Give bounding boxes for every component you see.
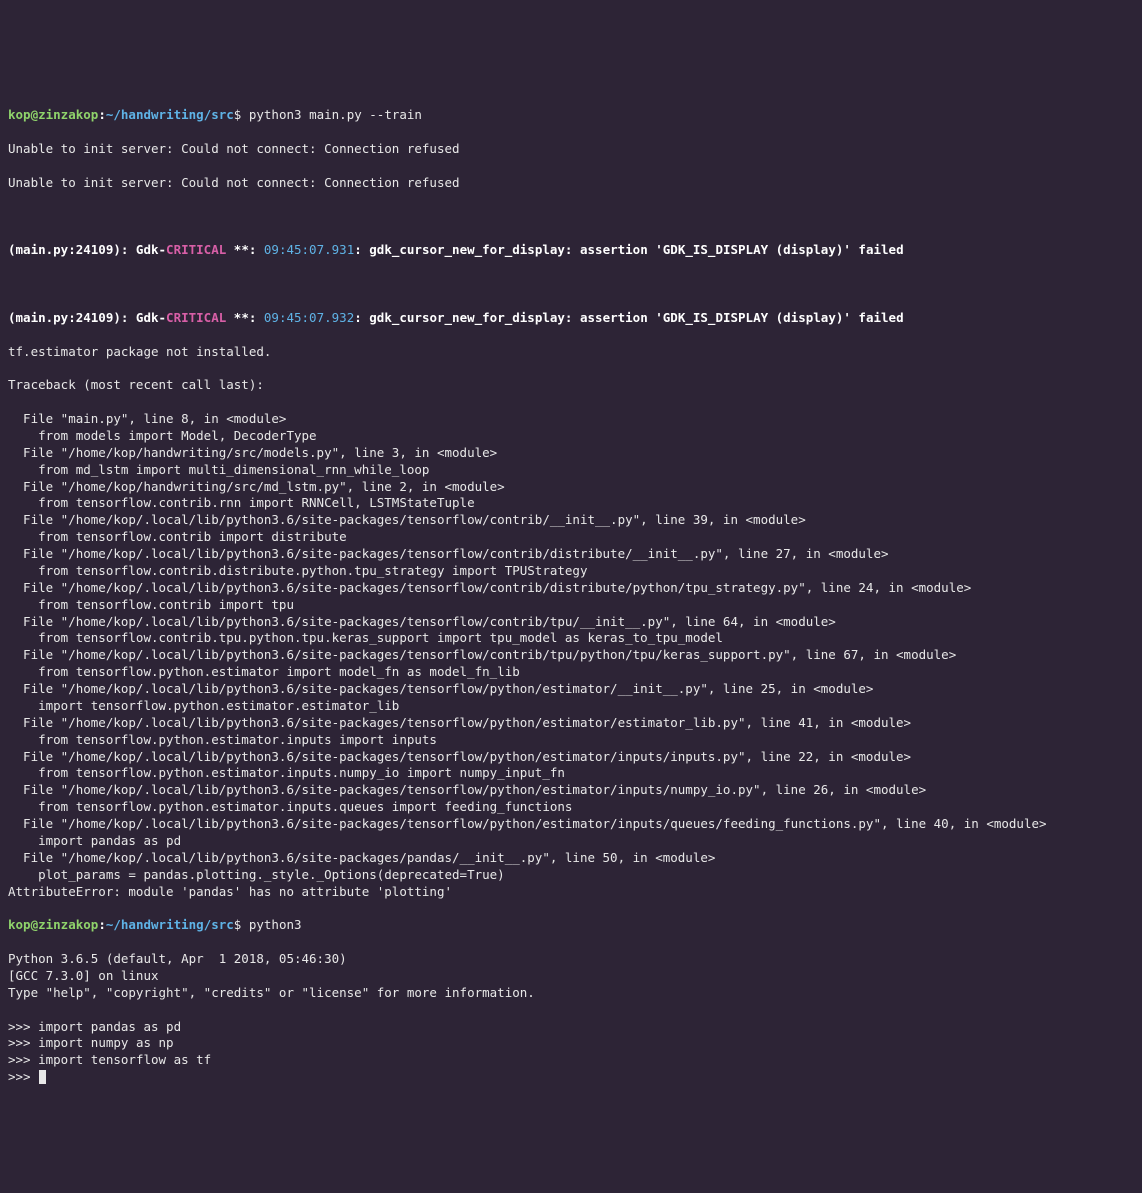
traceback-line: File "/home/kop/.local/lib/python3.6/sit… xyxy=(8,681,1134,698)
gdk-critical-label: CRITICAL xyxy=(166,242,226,257)
terminal-output[interactable]: kop@zinzakop:~/handwriting/src$ python3 … xyxy=(8,74,1134,1103)
traceback-line: File "/home/kop/.local/lib/python3.6/sit… xyxy=(8,512,1134,529)
gdk-rest: : gdk_cursor_new_for_display: assertion … xyxy=(354,242,903,257)
prompt-user: kop xyxy=(8,107,31,122)
output-line: Unable to init server: Could not connect… xyxy=(8,141,1134,158)
python-banner-line: Python 3.6.5 (default, Apr 1 2018, 05:46… xyxy=(8,951,1134,968)
traceback-line: import pandas as pd xyxy=(8,833,1134,850)
traceback-line: File "/home/kop/.local/lib/python3.6/sit… xyxy=(8,850,1134,867)
repl-prompt: >>> xyxy=(8,1069,38,1084)
shell-prompt-line: kop@zinzakop:~/handwriting/src$ python3 xyxy=(8,917,1134,934)
prompt-colon: : xyxy=(98,917,106,932)
traceback-line: from tensorflow.contrib.distribute.pytho… xyxy=(8,563,1134,580)
cursor-icon xyxy=(39,1070,46,1084)
prompt-path: ~/handwriting/src xyxy=(106,107,234,122)
python-banner-line: [GCC 7.3.0] on linux xyxy=(8,968,1134,985)
blank-line xyxy=(8,276,1134,293)
gdk-timestamp: 09:45:07.931 xyxy=(264,242,354,257)
prompt-user: kop xyxy=(8,917,31,932)
traceback-line: from md_lstm import multi_dimensional_rn… xyxy=(8,462,1134,479)
python-repl-line: >>> import numpy as np xyxy=(8,1035,1134,1052)
traceback-line: from tensorflow.python.estimator.inputs.… xyxy=(8,799,1134,816)
traceback-line: File "/home/kop/.local/lib/python3.6/sit… xyxy=(8,614,1134,631)
traceback-line: from tensorflow.python.estimator import … xyxy=(8,664,1134,681)
repl-code: import tensorflow as tf xyxy=(38,1052,211,1067)
traceback-line: AttributeError: module 'pandas' has no a… xyxy=(8,884,1134,901)
traceback-line: File "/home/kop/.local/lib/python3.6/sit… xyxy=(8,546,1134,563)
traceback-header: Traceback (most recent call last): xyxy=(8,377,1134,394)
gdk-timestamp: 09:45:07.932 xyxy=(264,310,354,325)
traceback-line: File "/home/kop/.local/lib/python3.6/sit… xyxy=(8,782,1134,799)
traceback-line: File "/home/kop/handwriting/src/models.p… xyxy=(8,445,1134,462)
gdk-prefix: (main.py:24109): Gdk- xyxy=(8,242,166,257)
repl-prompt: >>> xyxy=(8,1052,38,1067)
traceback-line: from tensorflow.contrib import distribut… xyxy=(8,529,1134,546)
python-banner-line: Type "help", "copyright", "credits" or "… xyxy=(8,985,1134,1002)
shell-prompt-line: kop@zinzakop:~/handwriting/src$ python3 … xyxy=(8,107,1134,124)
traceback-line: from tensorflow.python.estimator.inputs … xyxy=(8,732,1134,749)
traceback-line: File "/home/kop/.local/lib/python3.6/sit… xyxy=(8,580,1134,597)
prompt-path: ~/handwriting/src xyxy=(106,917,234,932)
gdk-critical-line: (main.py:24109): Gdk-CRITICAL **: 09:45:… xyxy=(8,242,1134,259)
output-line: tf.estimator package not installed. xyxy=(8,344,1134,361)
prompt-host: zinzakop xyxy=(38,917,98,932)
traceback-line: from tensorflow.python.estimator.inputs.… xyxy=(8,765,1134,782)
gdk-critical-label: CRITICAL xyxy=(166,310,226,325)
python-repl-line: >>> import tensorflow as tf xyxy=(8,1052,1134,1069)
repl-prompt: >>> xyxy=(8,1035,38,1050)
prompt-dollar: $ xyxy=(234,107,249,122)
prompt-colon: : xyxy=(98,107,106,122)
prompt-at: @ xyxy=(31,917,39,932)
command-text: python3 main.py --train xyxy=(249,107,422,122)
traceback-line: File "main.py", line 8, in <module> xyxy=(8,411,1134,428)
traceback-line: from models import Model, DecoderType xyxy=(8,428,1134,445)
traceback-line: import tensorflow.python.estimator.estim… xyxy=(8,698,1134,715)
traceback-line: from tensorflow.contrib import tpu xyxy=(8,597,1134,614)
repl-prompt: >>> xyxy=(8,1019,38,1034)
traceback-line: plot_params = pandas.plotting._style._Op… xyxy=(8,867,1134,884)
traceback-line: from tensorflow.contrib.tpu.python.tpu.k… xyxy=(8,630,1134,647)
python-repl-line: >>> import pandas as pd xyxy=(8,1019,1134,1036)
gdk-stars: **: xyxy=(226,310,264,325)
command-text: python3 xyxy=(249,917,302,932)
prompt-dollar: $ xyxy=(234,917,249,932)
gdk-critical-line: (main.py:24109): Gdk-CRITICAL **: 09:45:… xyxy=(8,310,1134,327)
prompt-at: @ xyxy=(31,107,39,122)
blank-line xyxy=(8,209,1134,226)
traceback-line: File "/home/kop/.local/lib/python3.6/sit… xyxy=(8,816,1134,833)
gdk-rest: : gdk_cursor_new_for_display: assertion … xyxy=(354,310,903,325)
output-line: Unable to init server: Could not connect… xyxy=(8,175,1134,192)
traceback-line: File "/home/kop/.local/lib/python3.6/sit… xyxy=(8,647,1134,664)
traceback-line: from tensorflow.contrib.rnn import RNNCe… xyxy=(8,495,1134,512)
gdk-prefix: (main.py:24109): Gdk- xyxy=(8,310,166,325)
repl-code: import pandas as pd xyxy=(38,1019,181,1034)
repl-code: import numpy as np xyxy=(38,1035,173,1050)
traceback-line: File "/home/kop/handwriting/src/md_lstm.… xyxy=(8,479,1134,496)
prompt-host: zinzakop xyxy=(38,107,98,122)
gdk-stars: **: xyxy=(226,242,264,257)
python-repl-line[interactable]: >>> xyxy=(8,1069,1134,1086)
traceback-line: File "/home/kop/.local/lib/python3.6/sit… xyxy=(8,715,1134,732)
